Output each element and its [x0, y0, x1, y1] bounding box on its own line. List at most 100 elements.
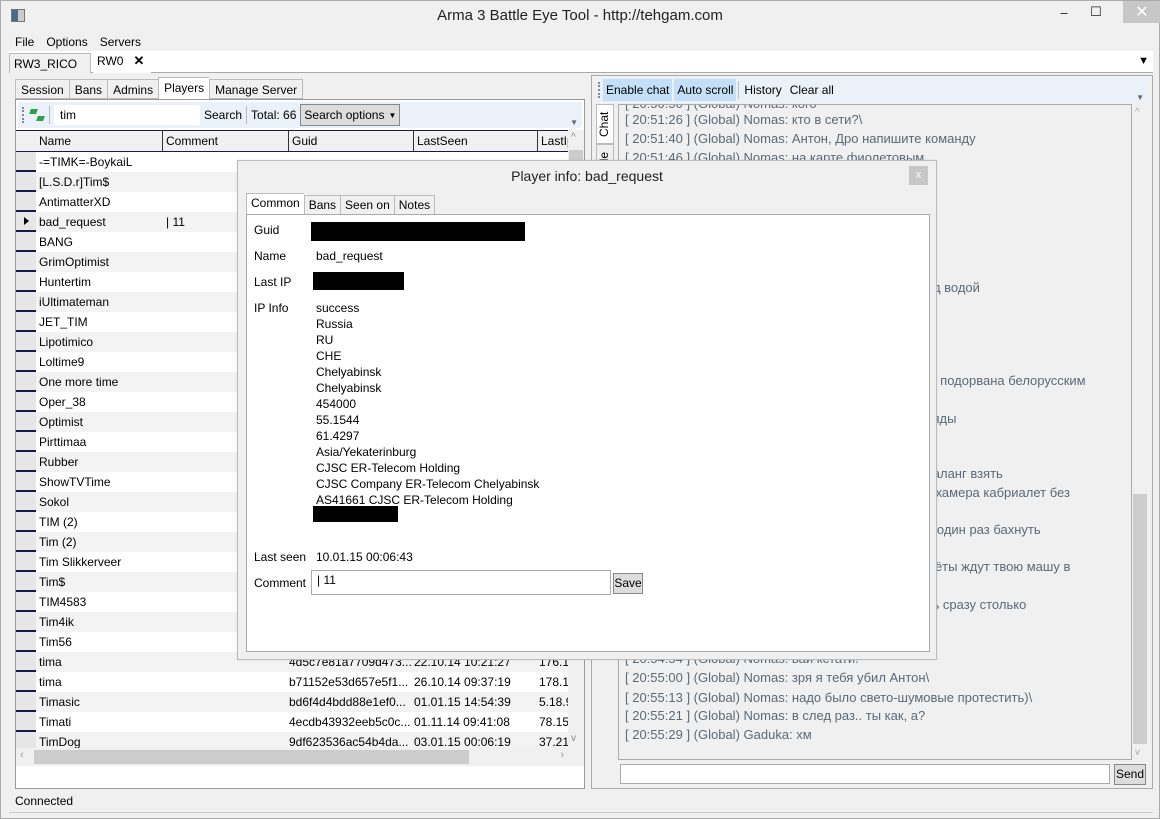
tab-manage-server[interactable]: Manage Server: [209, 79, 304, 99]
row-header[interactable]: [16, 432, 36, 452]
refresh-icon[interactable]: [29, 107, 45, 123]
tab-notes[interactable]: Notes: [393, 195, 436, 215]
search-options-dropdown[interactable]: Search options ▼: [300, 104, 401, 126]
cell-name: Loltime9: [39, 355, 85, 369]
enable-chat-toggle[interactable]: Enable chat: [603, 79, 673, 101]
row-header[interactable]: [16, 612, 36, 632]
last-ip-redacted: [313, 272, 404, 290]
chat-message-input[interactable]: [620, 764, 1110, 784]
total-count: Total: 66: [251, 108, 297, 122]
server-tab-rw0[interactable]: RW0 ✕: [93, 51, 151, 73]
scroll-down-icon[interactable]: v: [571, 733, 576, 744]
save-button[interactable]: Save: [613, 573, 643, 594]
dialog-close-button[interactable]: x: [909, 166, 928, 185]
maximize-button[interactable]: ☐: [1079, 1, 1113, 23]
scroll-up-icon[interactable]: ^: [1135, 107, 1140, 118]
chat-message: [ 20:51:40 ] (Global) Nomas: Антон, Дро …: [625, 131, 976, 146]
row-header[interactable]: [16, 572, 36, 592]
cell-name: TIM (2): [39, 515, 78, 529]
tab-seen-on[interactable]: Seen on: [340, 195, 394, 215]
row-header[interactable]: [16, 412, 36, 432]
table-row[interactable]: tima b71152e53d657e5f1... 26.10.14 09:37:1…: [16, 672, 569, 692]
row-header[interactable]: [16, 492, 36, 512]
row-header[interactable]: [16, 512, 36, 532]
cell-guid: b71152e53d657e5f1...: [289, 675, 409, 689]
send-button[interactable]: Send: [1114, 764, 1146, 785]
row-header[interactable]: [16, 332, 36, 352]
row-header[interactable]: [16, 352, 36, 372]
row-selected-indicator[interactable]: [16, 212, 36, 232]
row-header[interactable]: [16, 252, 36, 272]
ip-info-line: AS41661 CJSC ER-Telecom Holding: [316, 493, 513, 507]
row-header[interactable]: [16, 672, 36, 692]
tab-chat[interactable]: Chat: [596, 104, 614, 144]
toolbar-overflow-icon[interactable]: ▼: [570, 118, 578, 127]
row-header[interactable]: [16, 452, 36, 472]
dialog-title: Player info: bad_request: [511, 168, 663, 184]
col-comment[interactable]: Comment: [162, 131, 288, 151]
row-header[interactable]: [16, 312, 36, 332]
row-header[interactable]: [16, 152, 36, 172]
close-tab-icon[interactable]: ✕: [133, 53, 144, 68]
search-input[interactable]: [54, 105, 200, 125]
scroll-down-icon[interactable]: v: [1135, 747, 1140, 758]
comment-input[interactable]: | 11: [311, 570, 611, 595]
scroll-up-icon[interactable]: ^: [571, 132, 576, 143]
row-header[interactable]: [16, 372, 36, 392]
ip-info-line: Chelyabinsk: [316, 381, 382, 395]
close-window-button[interactable]: ✕: [1123, 1, 1160, 23]
row-header[interactable]: [16, 172, 36, 192]
row-header[interactable]: [16, 692, 36, 712]
row-header[interactable]: [16, 652, 36, 672]
toolbar-grip[interactable]: [22, 107, 25, 123]
row-header[interactable]: [16, 632, 36, 652]
row-header[interactable]: [16, 272, 36, 292]
minimize-button[interactable]: ‒: [1047, 1, 1081, 23]
last-seen-label: Last seen: [254, 550, 307, 564]
row-header[interactable]: [16, 292, 36, 312]
separator: [49, 106, 50, 124]
server-tab-rw3-rico[interactable]: RW3_RICO: [9, 53, 91, 73]
row-header[interactable]: [16, 532, 36, 552]
tab-dialog-bans[interactable]: Bans: [303, 195, 341, 215]
toolbar-grip[interactable]: [598, 82, 601, 98]
tab-session[interactable]: Session: [15, 79, 69, 99]
row-header[interactable]: [16, 192, 36, 212]
menu-file[interactable]: File: [9, 33, 40, 51]
scroll-right-icon[interactable]: ›: [560, 749, 564, 761]
tab-players[interactable]: Players: [158, 77, 210, 101]
chat-message: валанг взять: [926, 466, 1003, 481]
history-button[interactable]: History: [741, 79, 784, 101]
row-header[interactable]: [16, 712, 36, 732]
row-header[interactable]: [16, 232, 36, 252]
menu-options[interactable]: Options: [40, 33, 93, 51]
tab-bans[interactable]: Bans: [68, 79, 108, 99]
col-lastip[interactable]: LastIp: [537, 131, 569, 151]
tab-common[interactable]: Common: [246, 193, 304, 216]
row-header[interactable]: [16, 472, 36, 492]
row-header[interactable]: [16, 592, 36, 612]
scroll-thumb[interactable]: [1133, 494, 1147, 744]
scroll-thumb[interactable]: [34, 750, 469, 764]
cell-name: Tim4ik: [39, 615, 74, 629]
row-header[interactable]: [16, 392, 36, 412]
auto-scroll-toggle[interactable]: Auto scroll: [674, 79, 737, 101]
scroll-left-icon[interactable]: ‹: [20, 749, 24, 761]
col-name[interactable]: Name: [36, 131, 162, 151]
cell-name: ShowTVTime: [39, 475, 111, 489]
tab-overflow-icon[interactable]: ▼: [1138, 55, 1149, 67]
menu-servers[interactable]: Servers: [94, 33, 147, 51]
horizontal-scrollbar[interactable]: ‹ ›: [16, 748, 584, 766]
table-row[interactable]: Timati 4ecdb43932eeb5c0c... 01.11.14 09:41…: [16, 712, 569, 732]
search-button[interactable]: Search: [204, 108, 242, 122]
app-window: Arma 3 Battle Eye Tool - http://tehgam.c…: [0, 0, 1160, 819]
col-lastseen[interactable]: LastSeen: [413, 131, 537, 151]
row-header[interactable]: [16, 552, 36, 572]
chat-message: мёты ждут твою машу в: [926, 559, 1071, 574]
tab-admins[interactable]: Admins: [107, 79, 159, 99]
clear-all-button[interactable]: Clear all: [787, 79, 837, 101]
table-row[interactable]: Timasic bd6f4d4bdd88e1ef0... 01.01.15 14:5…: [16, 692, 569, 712]
chat-scrollbar[interactable]: ^ v: [1132, 104, 1148, 760]
col-guid[interactable]: Guid: [288, 131, 413, 151]
toolbar-overflow-icon[interactable]: ▼: [1136, 93, 1144, 102]
